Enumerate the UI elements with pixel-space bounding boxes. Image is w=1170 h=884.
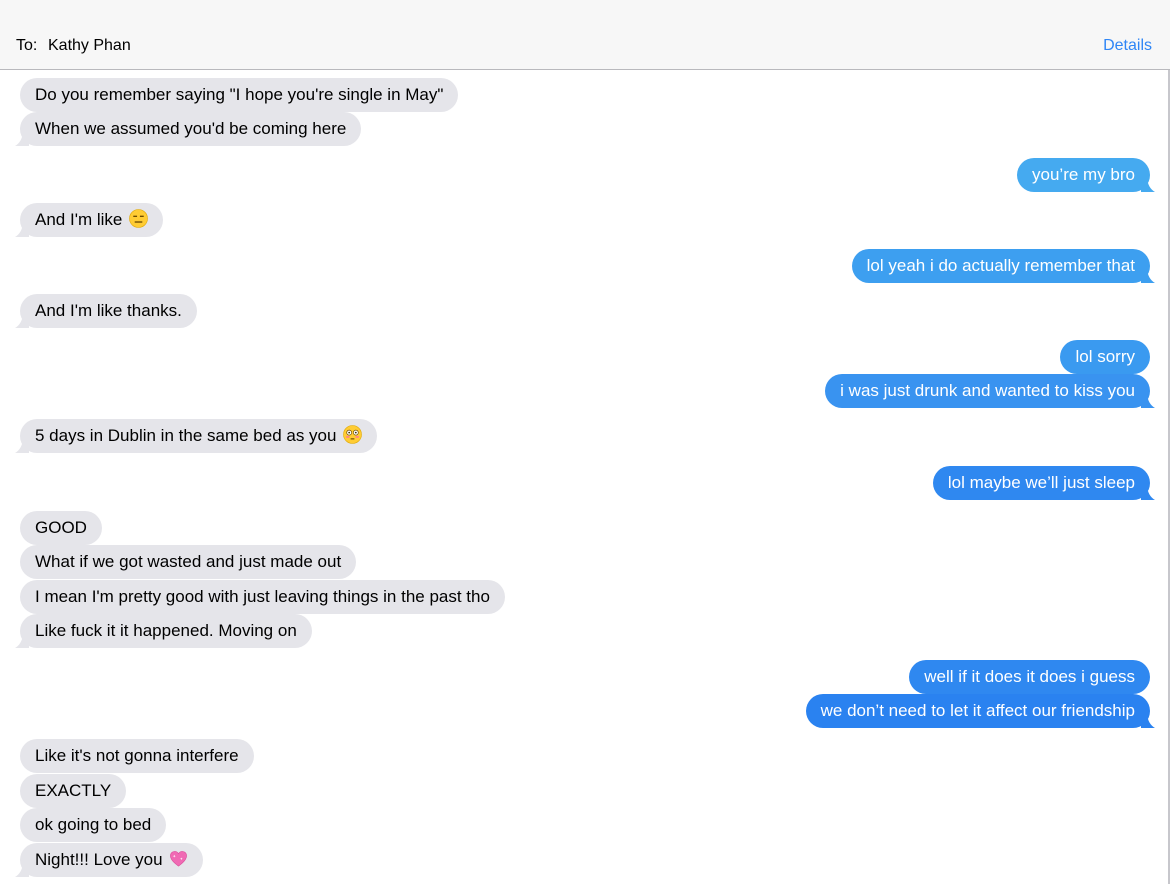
recipient-name[interactable]: Kathy Phan bbox=[48, 37, 131, 55]
message-text: Do you remember saying "I hope you're si… bbox=[35, 85, 444, 104]
bubble-tail-icon bbox=[1141, 394, 1155, 408]
message-text: GOOD bbox=[35, 518, 87, 537]
message-text: lol maybe we’ll just sleep bbox=[947, 473, 1135, 492]
message-bubble-incoming[interactable]: What if we got wasted and just made out bbox=[20, 545, 357, 579]
bubble-tail-icon bbox=[15, 439, 29, 453]
message-bubble-incoming[interactable]: Like fuck it it happened. Moving on bbox=[15, 614, 312, 648]
message-text: EXACTLY bbox=[35, 781, 112, 800]
message-text: we don’t need to let it affect our frien… bbox=[820, 701, 1135, 720]
message-bubble-incoming[interactable]: Do you remember saying "I hope you're si… bbox=[20, 78, 459, 112]
bubble-tail-icon bbox=[15, 132, 29, 146]
bubble-tail-icon bbox=[1141, 269, 1155, 283]
message-text: ok going to bed bbox=[35, 815, 152, 834]
bubble-tail-icon bbox=[15, 634, 29, 648]
message-bubble-incoming[interactable]: When we assumed you'd be coming here bbox=[15, 112, 362, 146]
conversation-header: To: Kathy Phan Details bbox=[0, 0, 1170, 70]
message-bubble-outgoing[interactable]: lol maybe we’ll just sleep bbox=[932, 466, 1155, 500]
expressionless-face-emoji bbox=[129, 209, 148, 228]
message-bubble-outgoing[interactable]: well if it does it does i guess bbox=[909, 660, 1150, 694]
message-bubble-outgoing[interactable]: we don’t need to let it affect our frien… bbox=[805, 694, 1155, 728]
message-text: i was just drunk and wanted to kiss you bbox=[840, 381, 1135, 400]
message-text: And I'm like thanks. bbox=[35, 301, 182, 320]
bubble-tail-icon bbox=[1141, 486, 1155, 500]
bubble-tail-icon bbox=[15, 863, 29, 877]
message-bubble-incoming[interactable]: 5 days in Dublin in the same bed as you bbox=[15, 419, 378, 453]
message-bubble-incoming[interactable]: Night!!! Love you bbox=[15, 843, 204, 877]
to-label: To: bbox=[16, 37, 38, 54]
message-text: Like it's not gonna interfere bbox=[35, 746, 239, 765]
sparkling-heart-emoji bbox=[170, 851, 188, 867]
message-text: I mean I'm pretty good with just leaving… bbox=[35, 587, 490, 606]
message-bubble-incoming[interactable]: GOOD bbox=[20, 511, 102, 545]
message-text: lol yeah i do actually remember that bbox=[866, 256, 1135, 275]
bubble-tail-icon bbox=[1141, 714, 1155, 728]
message-bubble-incoming[interactable]: And I'm like thanks. bbox=[15, 294, 197, 328]
message-text: well if it does it does i guess bbox=[924, 667, 1135, 686]
message-text: lol sorry bbox=[1075, 347, 1135, 366]
message-bubble-outgoing[interactable]: i was just drunk and wanted to kiss you bbox=[825, 374, 1155, 408]
message-bubble-outgoing[interactable]: lol sorry bbox=[1060, 340, 1150, 374]
message-bubble-incoming[interactable]: Like it's not gonna interfere bbox=[20, 739, 254, 773]
message-text: 5 days in Dublin in the same bed as you bbox=[35, 426, 337, 445]
message-bubble-incoming[interactable]: ok going to bed bbox=[20, 808, 167, 842]
message-text: you’re my bro bbox=[1032, 165, 1135, 184]
message-text: Like fuck it it happened. Moving on bbox=[35, 621, 297, 640]
message-bubble-incoming[interactable]: EXACTLY bbox=[20, 774, 127, 808]
message-text: Night!!! Love you bbox=[35, 850, 163, 869]
message-bubble-outgoing[interactable]: you’re my bro bbox=[1017, 158, 1155, 192]
message-text: And I'm like bbox=[35, 210, 123, 229]
message-bubble-outgoing[interactable]: lol yeah i do actually remember that bbox=[851, 249, 1155, 283]
message-text: What if we got wasted and just made out bbox=[35, 552, 342, 571]
bubble-tail-icon bbox=[15, 314, 29, 328]
message-text: When we assumed you'd be coming here bbox=[35, 119, 347, 138]
bubble-tail-icon bbox=[15, 223, 29, 237]
message-bubble-incoming[interactable]: I mean I'm pretty good with just leaving… bbox=[20, 580, 505, 614]
message-bubble-incoming[interactable]: And I'm like bbox=[15, 203, 164, 237]
flushed-face-emoji bbox=[343, 425, 363, 444]
bubble-tail-icon bbox=[1141, 178, 1155, 192]
details-button[interactable]: Details bbox=[1103, 37, 1152, 55]
